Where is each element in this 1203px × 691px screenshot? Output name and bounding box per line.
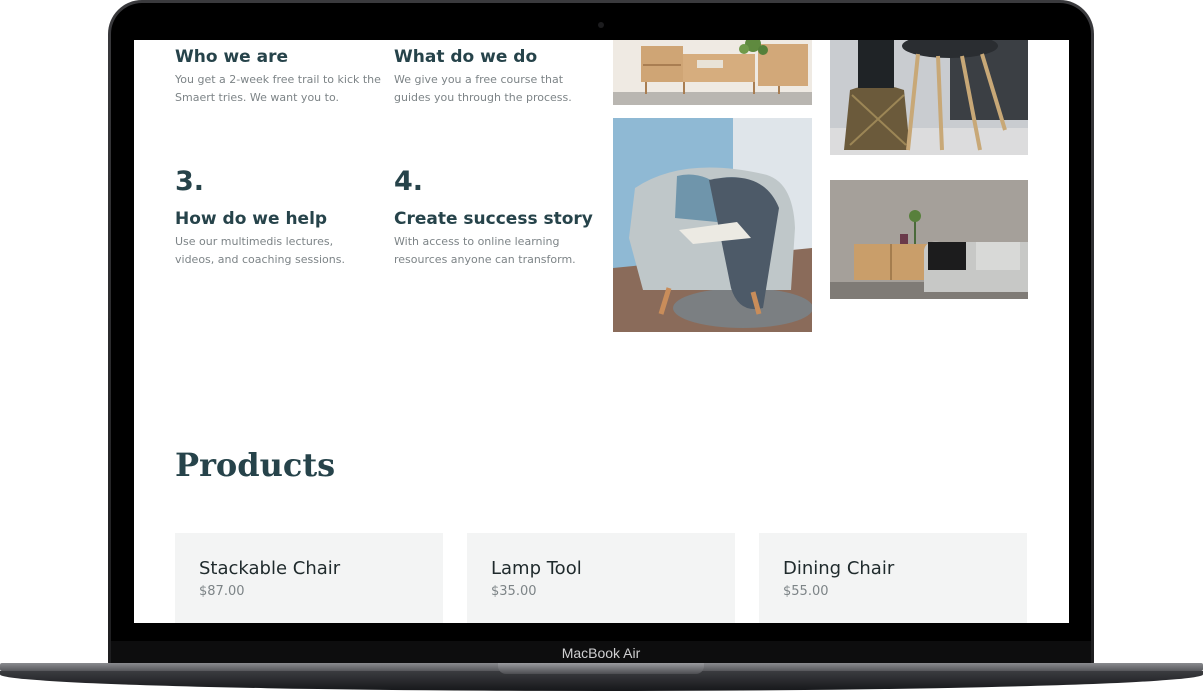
step-number: 3. [175, 166, 205, 197]
step-text: You get a 2-week free trail to kick the … [175, 73, 381, 104]
product-price: $87.00 [199, 584, 245, 599]
step-title: Create success story [394, 209, 593, 229]
step-success-story: 4. Create success story With access to o… [394, 167, 599, 269]
step-text: We give you a free course that guides yo… [394, 73, 572, 104]
laptop-base [0, 663, 1203, 691]
armchair-photo [613, 118, 812, 332]
website-screen: Who we are You get a 2-week free trail t… [134, 40, 1069, 623]
step-text: With access to online learning resources… [394, 235, 576, 266]
products-heading: Products [175, 446, 336, 484]
living-room-photo [830, 180, 1028, 299]
product-name: Lamp Tool [491, 558, 582, 579]
step-title: Who we are [175, 47, 288, 67]
product-price: $55.00 [783, 584, 829, 599]
device-label: MacBook Air [561, 645, 641, 661]
step-title: How do we help [175, 209, 328, 229]
sideboard-photo [613, 40, 812, 105]
camera-icon [598, 22, 604, 28]
step-title: What do we do [394, 47, 538, 67]
product-card-stackable-chair[interactable]: Stackable Chair $87.00 [175, 533, 443, 623]
base-body [0, 671, 1203, 691]
step-what-we-do: What do we do We give you a free course … [394, 46, 594, 107]
stool-photo [830, 40, 1028, 155]
product-price: $35.00 [491, 584, 537, 599]
product-name: Stackable Chair [199, 558, 341, 579]
product-name: Dining Chair [783, 558, 895, 579]
step-number: 4. [394, 166, 424, 197]
product-card-lamp-tool[interactable]: Lamp Tool $35.00 [467, 533, 735, 623]
product-card-dining-chair[interactable]: Dining Chair $55.00 [759, 533, 1027, 623]
lid-notch [498, 663, 704, 674]
step-text: Use our multimedis lectures, videos, and… [175, 235, 345, 266]
step-how-we-help: 3. How do we help Use our multimedis lec… [175, 167, 365, 269]
step-who-we-are: Who we are You get a 2-week free trail t… [175, 46, 385, 107]
